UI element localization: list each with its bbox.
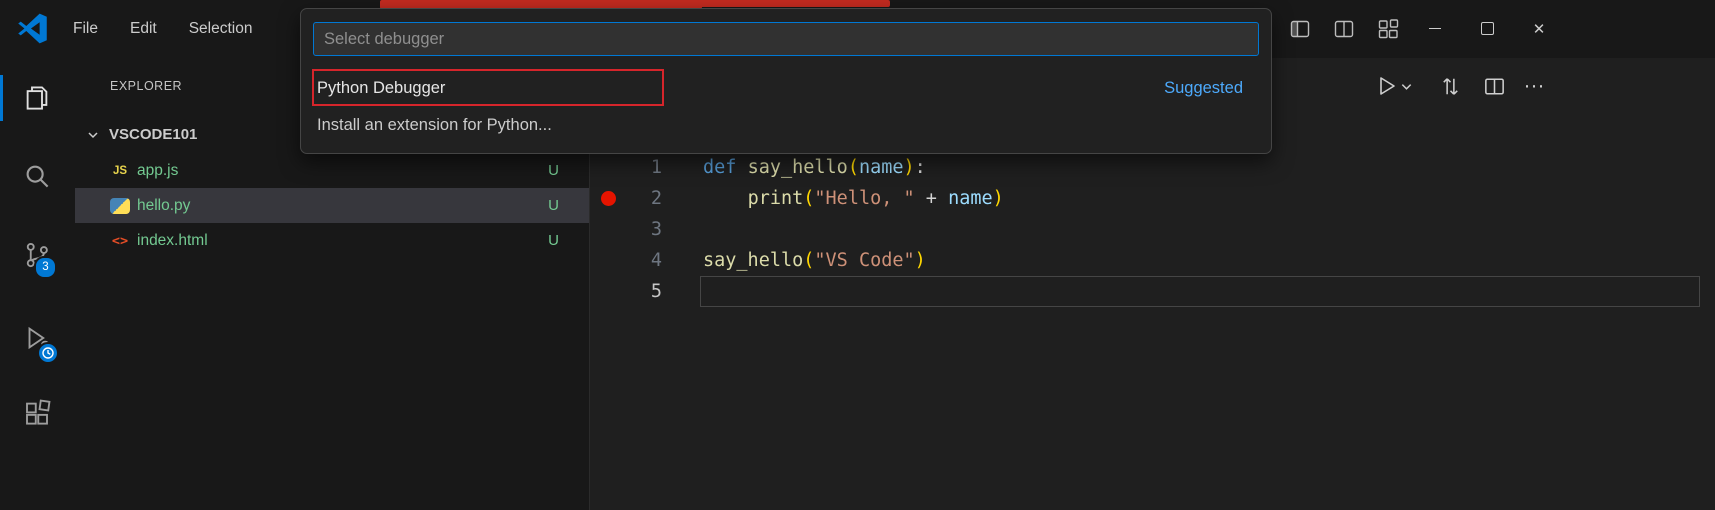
run-dropdown-chevron-icon[interactable] [1398, 72, 1414, 100]
chevron-down-icon [86, 128, 100, 142]
code-text: print("Hello, " + name) [703, 183, 1004, 214]
code-line-2[interactable]: 2 print("Hello, " + name) [590, 183, 1700, 214]
git-untracked-badge: U [548, 197, 559, 214]
python-file-icon [110, 198, 130, 214]
menu-file[interactable]: File [58, 14, 113, 44]
line-number: 1 [616, 152, 662, 183]
html-file-icon: <> [110, 233, 130, 249]
menu-bar: File Edit Selection [58, 0, 267, 57]
activity-run-debug-button[interactable] [13, 314, 61, 362]
maximize-icon [1481, 22, 1494, 35]
line-number: 2 [616, 183, 662, 214]
search-icon [22, 161, 52, 191]
activity-explorer-button[interactable] [13, 74, 61, 122]
customize-layout-icon[interactable] [1376, 17, 1400, 41]
close-icon: ✕ [1533, 20, 1546, 38]
file-item-index.html[interactable]: <> index.html U [75, 223, 589, 258]
breakpoint-dot[interactable] [601, 191, 616, 206]
toggle-sidebar-icon[interactable] [1288, 17, 1312, 41]
run-python-file-button[interactable] [1372, 72, 1400, 100]
window-minimize-button[interactable] [1412, 0, 1458, 57]
menu-edit[interactable]: Edit [115, 14, 172, 44]
file-name: index.html [137, 232, 208, 250]
line-number: 5 [616, 276, 662, 307]
git-untracked-badge: U [548, 232, 559, 249]
file-name: hello.py [137, 197, 190, 215]
activity-search-button[interactable] [13, 152, 61, 200]
line-number: 4 [616, 245, 662, 276]
red-annotation-box [312, 69, 664, 106]
js-file-icon: JS [110, 165, 130, 177]
code-line-3[interactable]: 3 [590, 214, 1700, 245]
window-maximize-button[interactable] [1464, 0, 1510, 57]
minimize-icon [1429, 28, 1441, 29]
folder-name: VSCODE101 [109, 126, 197, 143]
quickpick-item-install-extension[interactable]: Install an extension for Python... [303, 107, 1269, 143]
more-actions-icon[interactable]: ··· [1520, 72, 1548, 100]
source-control-badge: 3 [34, 256, 57, 279]
activity-bar: 3 [0, 58, 75, 510]
redacted-title-annotation [698, 0, 890, 7]
line-number: 3 [616, 214, 662, 245]
select-debugger-input[interactable] [313, 22, 1259, 56]
explorer-header: EXPLORER [110, 79, 182, 93]
menu-selection[interactable]: Selection [174, 14, 268, 44]
quickpick-item-label: Install an extension for Python... [317, 116, 552, 135]
debugger-quick-pick: Python Debugger Suggested Install an ext… [300, 8, 1272, 154]
active-view-indicator [0, 75, 3, 121]
file-name: app.js [137, 162, 178, 180]
pending-clock-badge [37, 342, 59, 364]
code-text: say_hello("VS Code") [703, 245, 926, 276]
file-item-hello.py[interactable]: hello.py U [75, 188, 589, 223]
code-text: def say_hello(name): [703, 152, 926, 183]
split-editor-icon[interactable] [1480, 72, 1508, 100]
toggle-panel-icon[interactable] [1332, 17, 1356, 41]
window-close-button[interactable]: ✕ [1516, 0, 1562, 57]
extensions-icon [22, 398, 52, 428]
code-line-4[interactable]: 4 say_hello("VS Code") [590, 245, 1700, 276]
compare-changes-icon[interactable] [1436, 72, 1464, 100]
file-item-app.js[interactable]: JS app.js U [75, 153, 589, 188]
suggested-badge: Suggested [1164, 79, 1243, 98]
git-untracked-badge: U [548, 162, 559, 179]
activity-source-control-button[interactable]: 3 [13, 231, 61, 279]
code-line-1[interactable]: 1 def say_hello(name): [590, 152, 1700, 183]
vscode-logo-icon [17, 13, 48, 44]
activity-extensions-button[interactable] [13, 389, 61, 437]
explorer-files-icon [22, 83, 52, 113]
file-list: JS app.js Uhello.py U <> index.html U [75, 153, 589, 258]
code-line-5[interactable]: 5 [590, 276, 1700, 307]
